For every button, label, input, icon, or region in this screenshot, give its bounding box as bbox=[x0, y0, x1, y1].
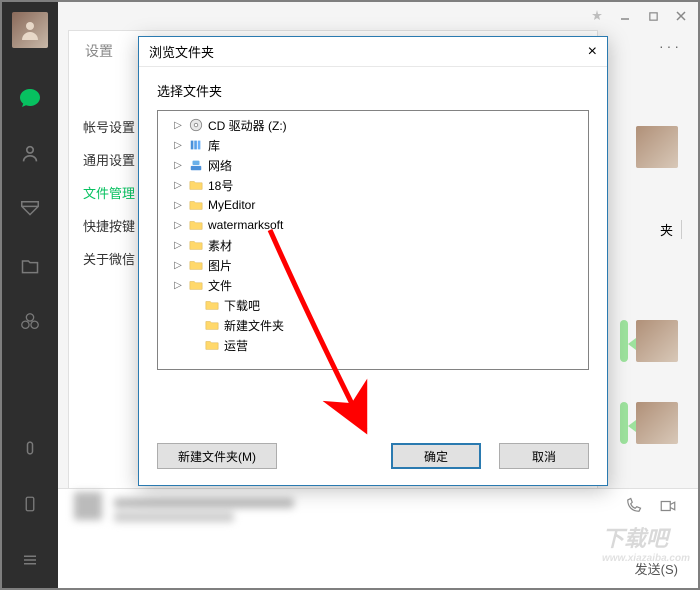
tree-item[interactable]: ▷ MyEditor bbox=[158, 195, 588, 215]
cd-icon bbox=[188, 117, 204, 133]
send-button[interactable]: 发送(S) bbox=[635, 559, 678, 578]
chat-avatar[interactable] bbox=[636, 320, 678, 362]
tree-item-label: 文件 bbox=[208, 277, 232, 294]
user-avatar[interactable] bbox=[12, 12, 48, 48]
nav-files[interactable]: 文件管理 bbox=[83, 183, 135, 202]
dialog-close-icon[interactable]: × bbox=[588, 43, 597, 61]
expand-icon[interactable]: ▷ bbox=[172, 240, 184, 251]
miniprogram-icon[interactable] bbox=[16, 434, 44, 462]
tree-item-label: 素材 bbox=[208, 237, 232, 254]
folder-icon bbox=[188, 277, 204, 293]
nav-about[interactable]: 关于微信 bbox=[83, 249, 135, 268]
tree-item[interactable]: ▷ 图片 bbox=[158, 255, 588, 275]
tree-item-label: 下载吧 bbox=[224, 297, 260, 314]
lib-icon bbox=[188, 137, 204, 153]
chat-avatar[interactable] bbox=[636, 126, 678, 168]
tree-item[interactable]: 新建文件夹 bbox=[158, 315, 588, 335]
favorites-icon[interactable] bbox=[16, 196, 44, 224]
folder-icon bbox=[188, 237, 204, 253]
ok-button[interactable]: 确定 bbox=[391, 443, 481, 469]
folder-label-fragment: 夹 bbox=[660, 220, 682, 239]
close-icon[interactable] bbox=[674, 9, 688, 23]
cancel-button[interactable]: 取消 bbox=[499, 443, 589, 469]
pin-icon[interactable] bbox=[590, 9, 604, 23]
chat-icon[interactable] bbox=[16, 84, 44, 112]
tree-item-label: 网络 bbox=[208, 157, 232, 174]
tree-item[interactable]: 运营 bbox=[158, 335, 588, 355]
folder-icon bbox=[188, 257, 204, 273]
folder-tree[interactable]: ▷CD 驱动器 (Z:)▷库▷网络▷18号▷MyEditor▷watermark… bbox=[157, 110, 589, 370]
folder-icon bbox=[204, 297, 220, 313]
expand-icon[interactable]: ▷ bbox=[172, 200, 184, 211]
moments-icon[interactable] bbox=[16, 308, 44, 336]
menu-icon[interactable] bbox=[16, 546, 44, 574]
new-folder-button[interactable]: 新建文件夹(M) bbox=[157, 443, 277, 469]
bubble-tip bbox=[628, 420, 636, 432]
expand-icon[interactable]: ▷ bbox=[172, 280, 184, 291]
settings-nav: 帐号设置 通用设置 文件管理 快捷按键 关于微信 bbox=[83, 117, 135, 268]
tree-item[interactable]: ▷ 文件 bbox=[158, 275, 588, 295]
tree-item-label: 库 bbox=[208, 137, 220, 154]
tree-item-label: CD 驱动器 (Z:) bbox=[208, 117, 287, 134]
expand-icon[interactable]: ▷ bbox=[172, 180, 184, 191]
net-icon bbox=[188, 157, 204, 173]
contacts-icon[interactable] bbox=[16, 140, 44, 168]
files-icon[interactable] bbox=[16, 252, 44, 280]
tree-item-label: 运营 bbox=[224, 337, 248, 354]
minimize-icon[interactable] bbox=[618, 9, 632, 23]
message-input-area: 发送(S) bbox=[58, 488, 698, 588]
more-icon[interactable]: ··· bbox=[659, 38, 682, 54]
dialog-subtitle: 选择文件夹 bbox=[139, 67, 607, 110]
tree-item-label: 18号 bbox=[208, 177, 233, 194]
blurred-message bbox=[74, 492, 314, 540]
tree-item[interactable]: ▷ watermarksoft bbox=[158, 215, 588, 235]
call-icon[interactable] bbox=[624, 497, 642, 520]
tree-item[interactable]: ▷ CD 驱动器 (Z:) bbox=[158, 115, 588, 135]
tree-item[interactable]: ▷ 网络 bbox=[158, 155, 588, 175]
expand-icon[interactable]: ▷ bbox=[172, 220, 184, 231]
left-sidebar bbox=[2, 2, 58, 588]
chat-bubble bbox=[620, 402, 628, 444]
tree-item[interactable]: ▷ 18号 bbox=[158, 175, 588, 195]
tree-item[interactable]: ▷库 bbox=[158, 135, 588, 155]
folder-icon bbox=[188, 217, 204, 233]
chat-avatar[interactable] bbox=[636, 402, 678, 444]
expand-icon[interactable]: ▷ bbox=[172, 260, 184, 271]
tree-item-label: MyEditor bbox=[208, 198, 255, 212]
tree-item-label: 图片 bbox=[208, 257, 232, 274]
nav-account[interactable]: 帐号设置 bbox=[83, 117, 135, 136]
phone-icon[interactable] bbox=[16, 490, 44, 518]
window-controls bbox=[58, 2, 698, 30]
dialog-titlebar: 浏览文件夹 × bbox=[139, 37, 607, 67]
maximize-icon[interactable] bbox=[646, 9, 660, 23]
tree-item[interactable]: ▷ 素材 bbox=[158, 235, 588, 255]
expand-icon[interactable]: ▷ bbox=[172, 120, 184, 131]
folder-icon bbox=[204, 337, 220, 353]
folder-icon bbox=[204, 317, 220, 333]
expand-icon[interactable]: ▷ bbox=[172, 160, 184, 171]
bubble-tip bbox=[628, 338, 636, 350]
browse-folder-dialog: 浏览文件夹 × 选择文件夹 ▷CD 驱动器 (Z:)▷库▷网络▷18号▷MyEd… bbox=[138, 36, 608, 486]
dialog-title: 浏览文件夹 bbox=[149, 42, 214, 61]
video-icon[interactable] bbox=[658, 497, 678, 520]
tree-item-label: 新建文件夹 bbox=[224, 317, 284, 334]
tree-item-label: watermarksoft bbox=[208, 218, 283, 232]
expand-icon[interactable]: ▷ bbox=[172, 140, 184, 151]
folder-icon bbox=[188, 177, 204, 193]
nav-shortcuts[interactable]: 快捷按键 bbox=[83, 216, 135, 235]
tree-item[interactable]: 下载吧 bbox=[158, 295, 588, 315]
folder-icon bbox=[188, 197, 204, 213]
nav-general[interactable]: 通用设置 bbox=[83, 150, 135, 169]
chat-bubble bbox=[620, 320, 628, 362]
